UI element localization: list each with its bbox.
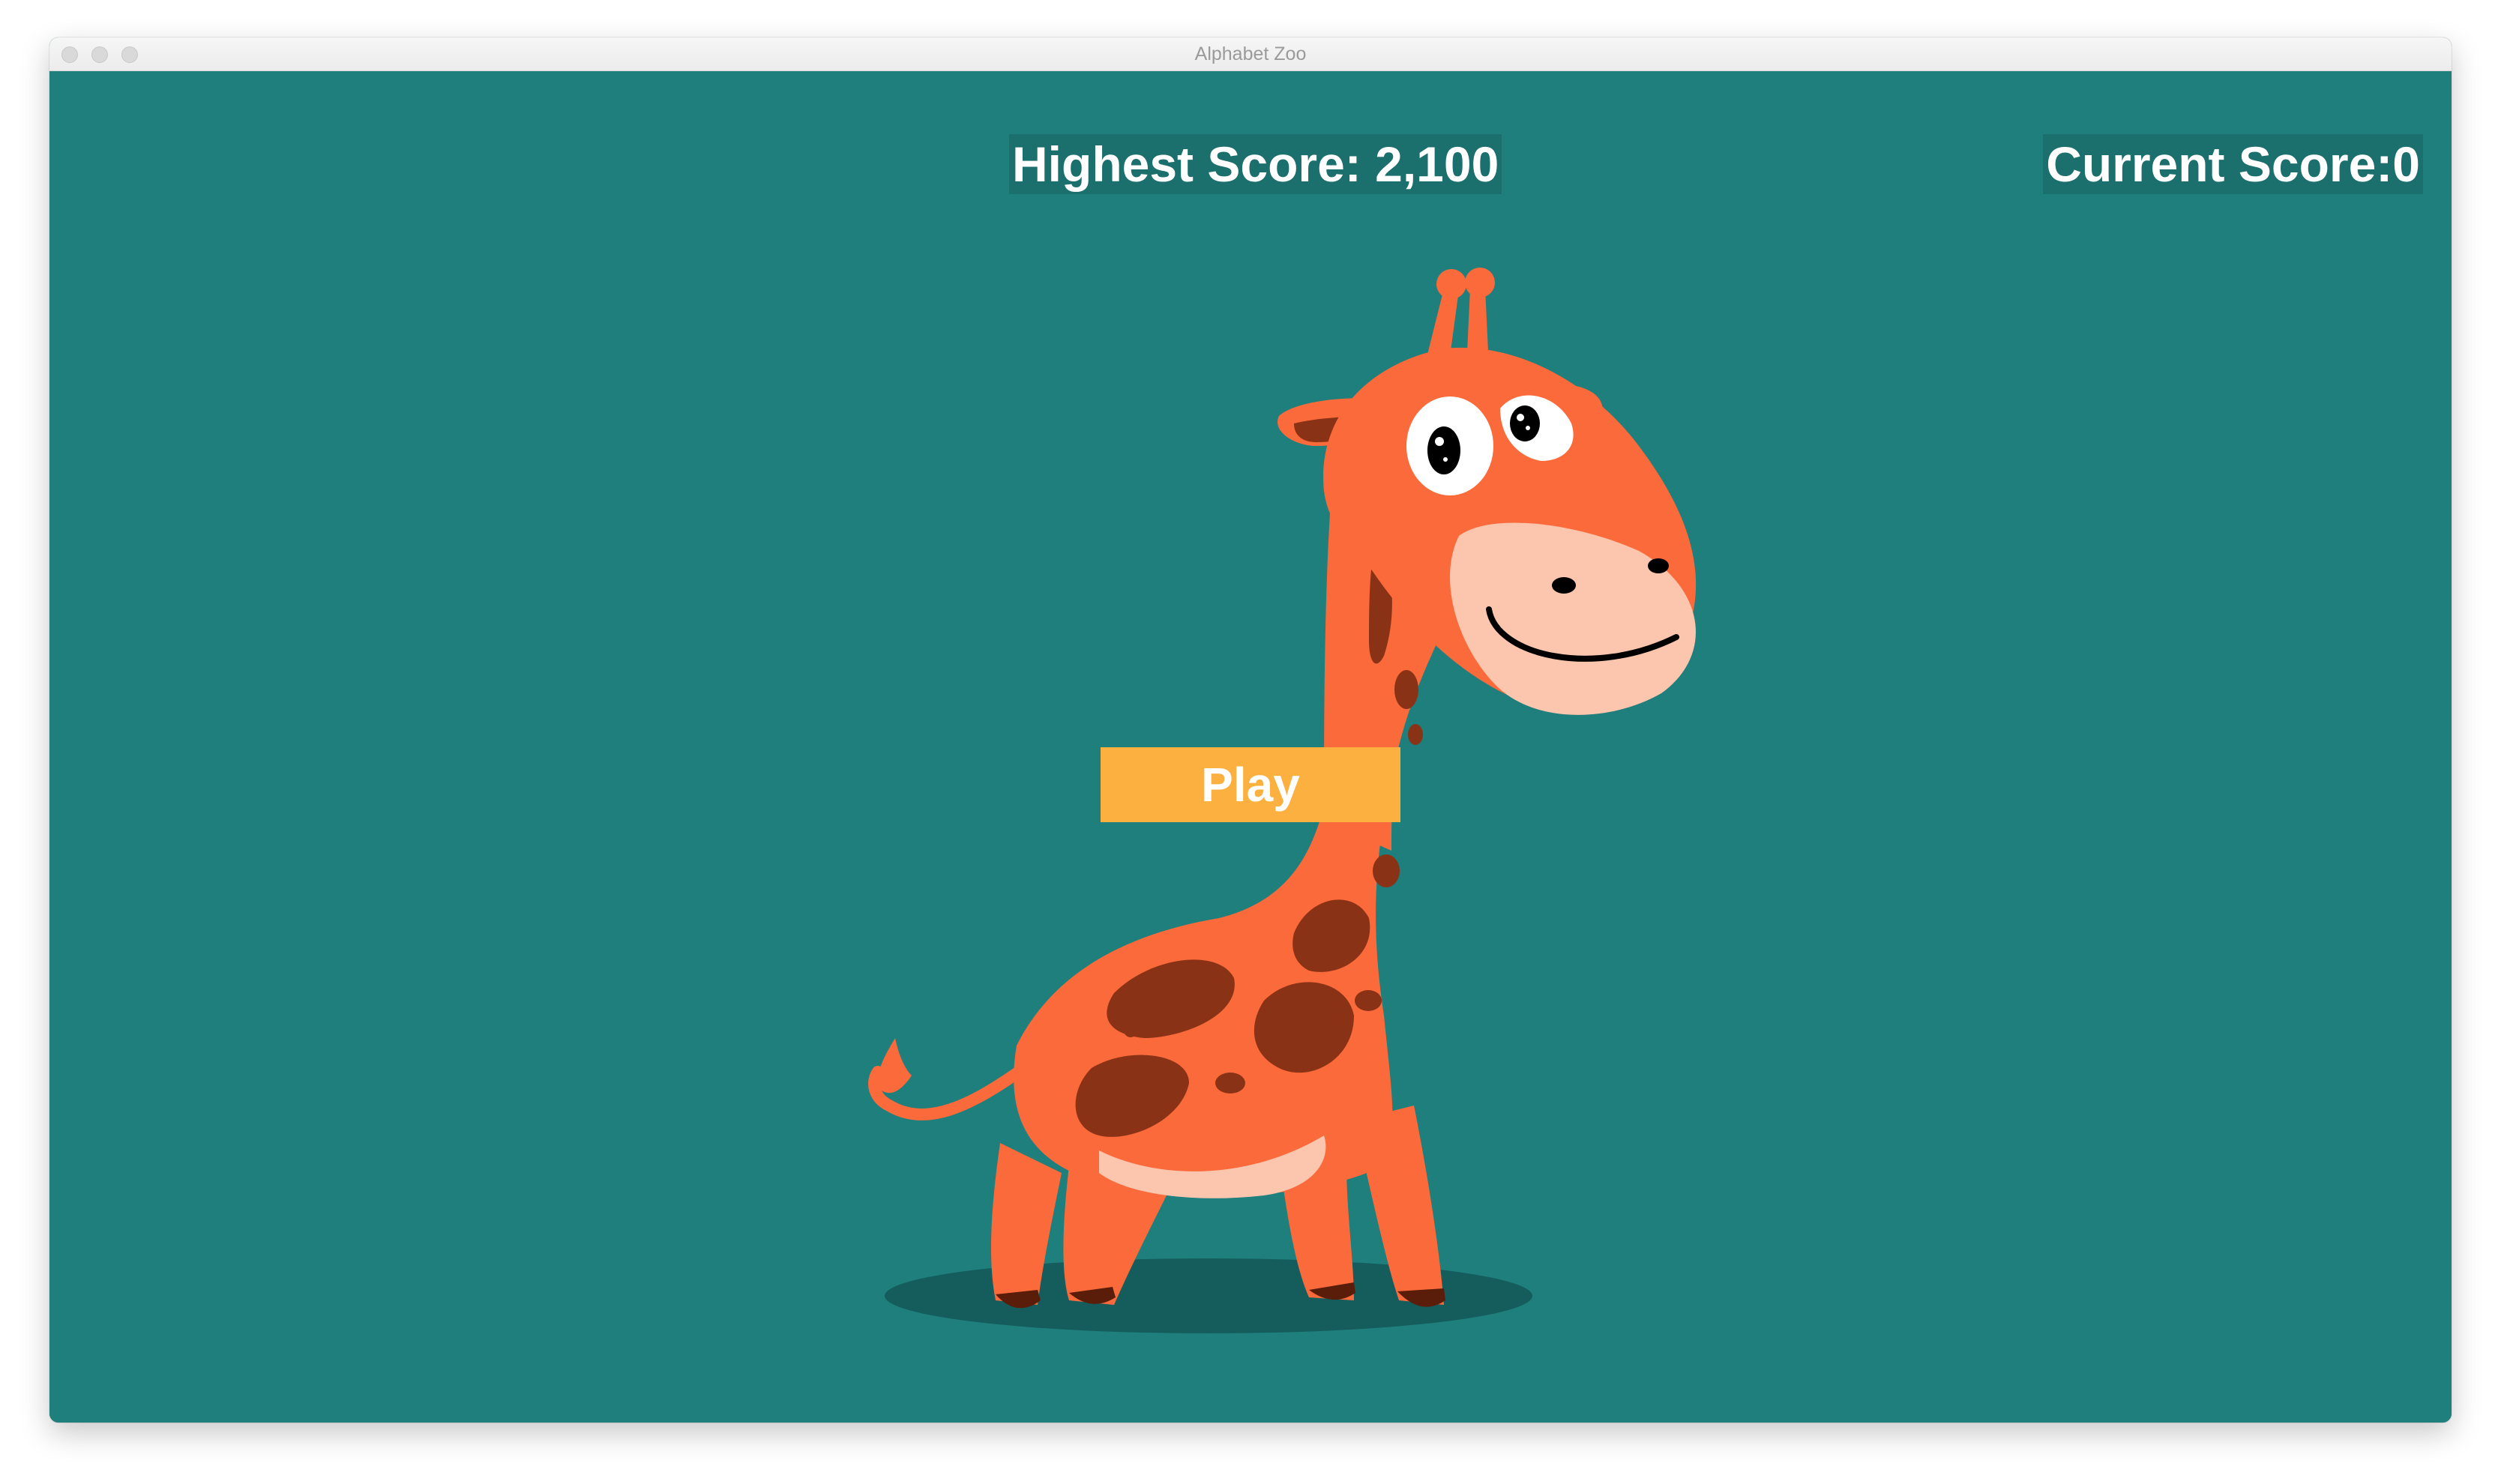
- game-canvas: Highest Score: 2,100 Current Score:0 Pla…: [49, 71, 2452, 1423]
- title-bar: Alphabet Zoo: [49, 37, 2452, 71]
- app-window: Alphabet Zoo Highest Score: 2,100 Curren…: [49, 37, 2452, 1423]
- play-button[interactable]: Play: [1101, 747, 1400, 822]
- current-score-label: Current Score:0: [2043, 134, 2423, 194]
- highest-score-label: Highest Score: 2,100: [1009, 134, 1502, 194]
- window-title: Alphabet Zoo: [1194, 43, 1307, 64]
